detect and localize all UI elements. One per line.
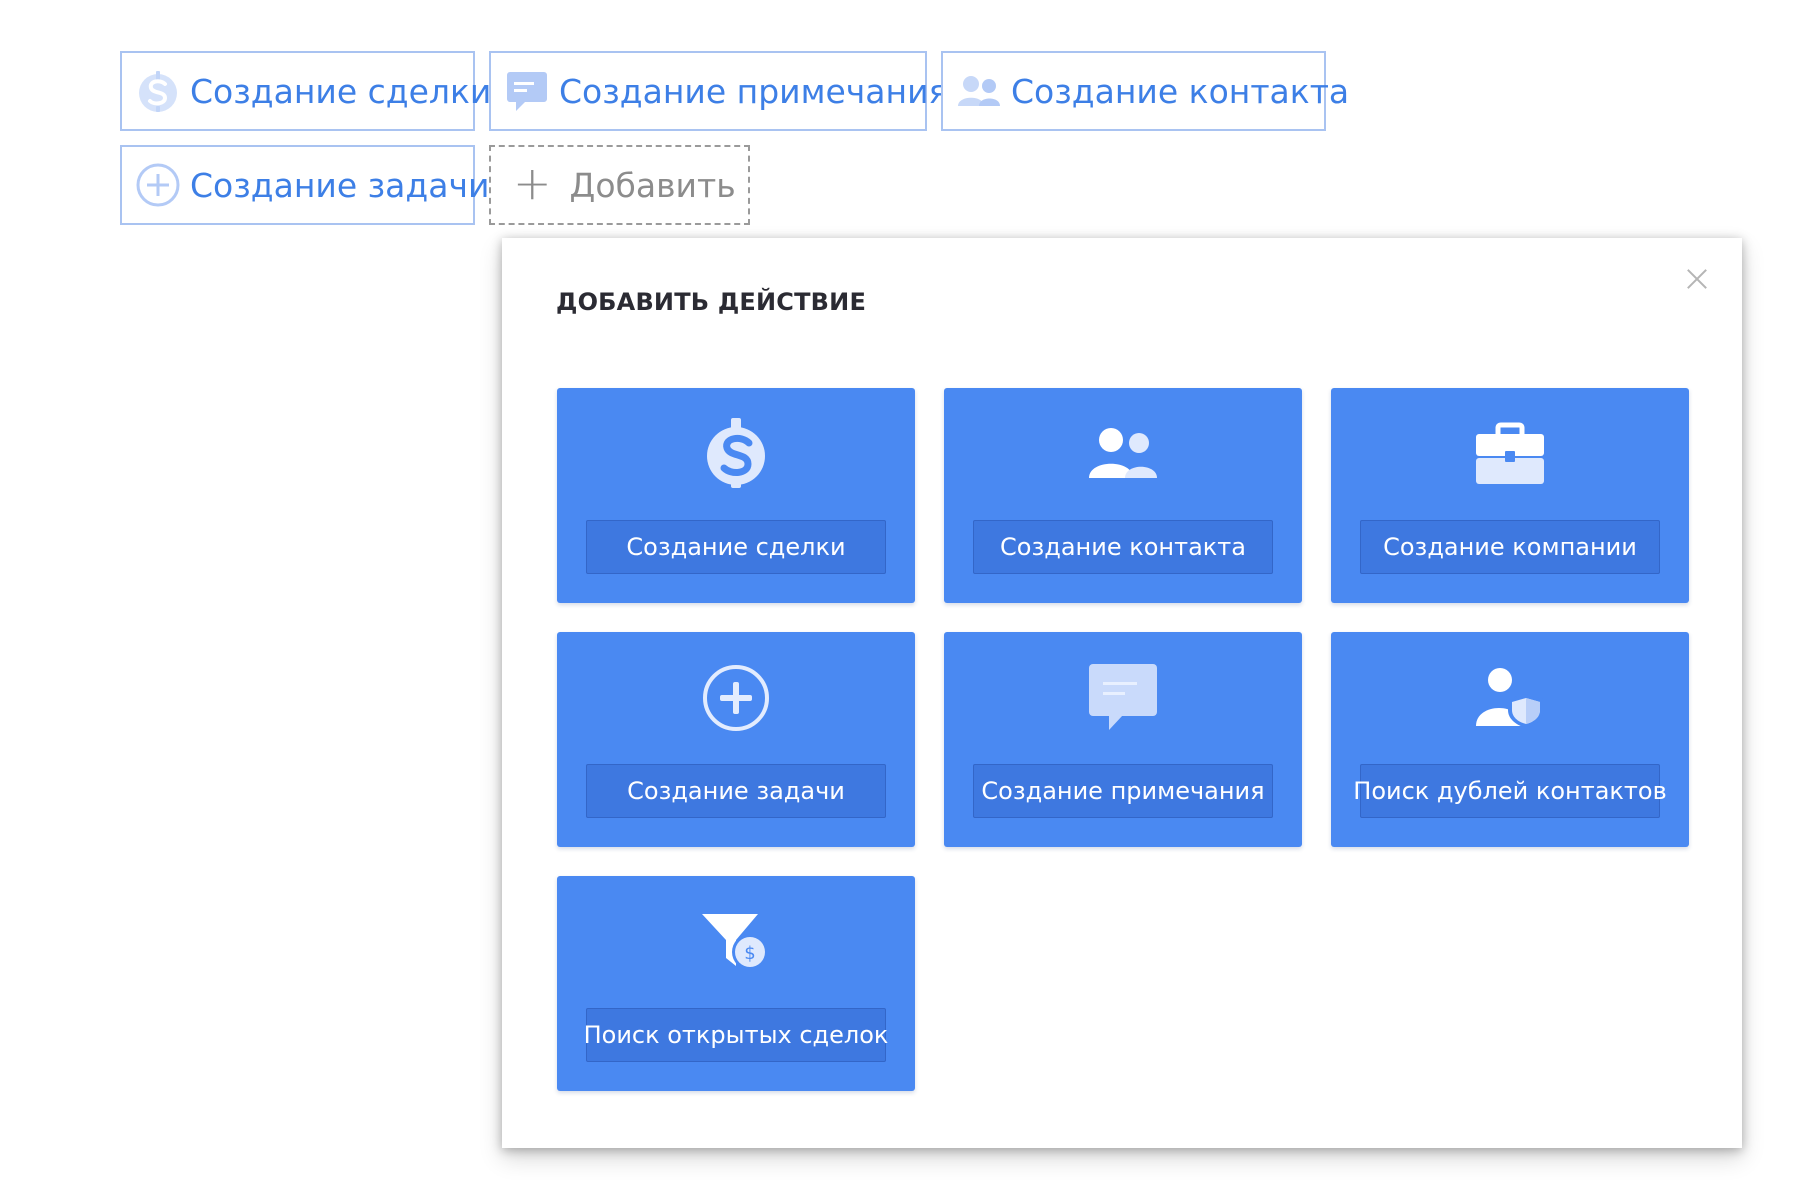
chip-create-contact[interactable]: Создание контакта [941, 51, 1349, 131]
close-icon[interactable] [1682, 264, 1712, 294]
dollar-icon [557, 416, 915, 492]
tile-label: Создание сделки [586, 520, 886, 574]
chip-create-note[interactable]: Создание примечания [489, 51, 948, 131]
briefcase-icon [1331, 416, 1689, 492]
tile-find-open-deals[interactable]: $ Поиск открытых сделок [557, 876, 915, 1091]
tile-label: Создание задачи [586, 764, 886, 818]
add-action-button[interactable]: + Добавить [489, 145, 750, 225]
chip-label: Создание задачи [190, 165, 490, 205]
chip-label: Создание контакта [1011, 71, 1350, 111]
tile-label: Поиск открытых сделок [584, 1008, 888, 1062]
contacts-icon [944, 416, 1302, 492]
tile-create-note[interactable]: Создание примечания [944, 632, 1302, 847]
tile-create-deal[interactable]: Создание сделки [557, 388, 915, 603]
dollar-icon [134, 67, 182, 115]
tile-find-duplicate-contacts[interactable]: Поиск дублей контактов [1331, 632, 1689, 847]
tile-label: Создание контакта [973, 520, 1273, 574]
tile-label: Поиск дублей контактов [1353, 764, 1667, 818]
tile-create-contact[interactable]: Создание контакта [944, 388, 1302, 603]
note-icon [944, 660, 1302, 736]
plus-circle-icon [557, 660, 915, 736]
tile-label: Создание компании [1360, 520, 1660, 574]
note-icon [503, 67, 551, 115]
automation-actions-screen: Создание сделки Создание примечания Созд… [0, 0, 1800, 1200]
tile-create-task[interactable]: Создание задачи [557, 632, 915, 847]
chip-create-task[interactable]: Создание задачи [120, 145, 489, 225]
funnel-dollar-icon: $ [557, 904, 915, 980]
tile-create-company[interactable]: Создание компании [1331, 388, 1689, 603]
plus-icon: + [513, 156, 552, 210]
add-action-label: Добавить [569, 165, 736, 205]
svg-text:$: $ [744, 943, 755, 964]
chip-label: Создание примечания [559, 71, 949, 111]
add-action-modal: ДОБАВИТЬ ДЕЙСТВИЕ Создание сделки Создан… [502, 238, 1742, 1148]
action-tiles-grid: Создание сделки Создание контакта Создан… [557, 388, 1689, 1091]
chip-create-deal[interactable]: Создание сделки [120, 51, 491, 131]
user-shield-icon [1331, 660, 1689, 736]
chip-label: Создание сделки [190, 71, 492, 111]
modal-title: ДОБАВИТЬ ДЕЙСТВИЕ [556, 288, 867, 316]
contacts-icon [955, 67, 1003, 115]
plus-circle-icon [134, 161, 182, 209]
tile-label: Создание примечания [973, 764, 1273, 818]
